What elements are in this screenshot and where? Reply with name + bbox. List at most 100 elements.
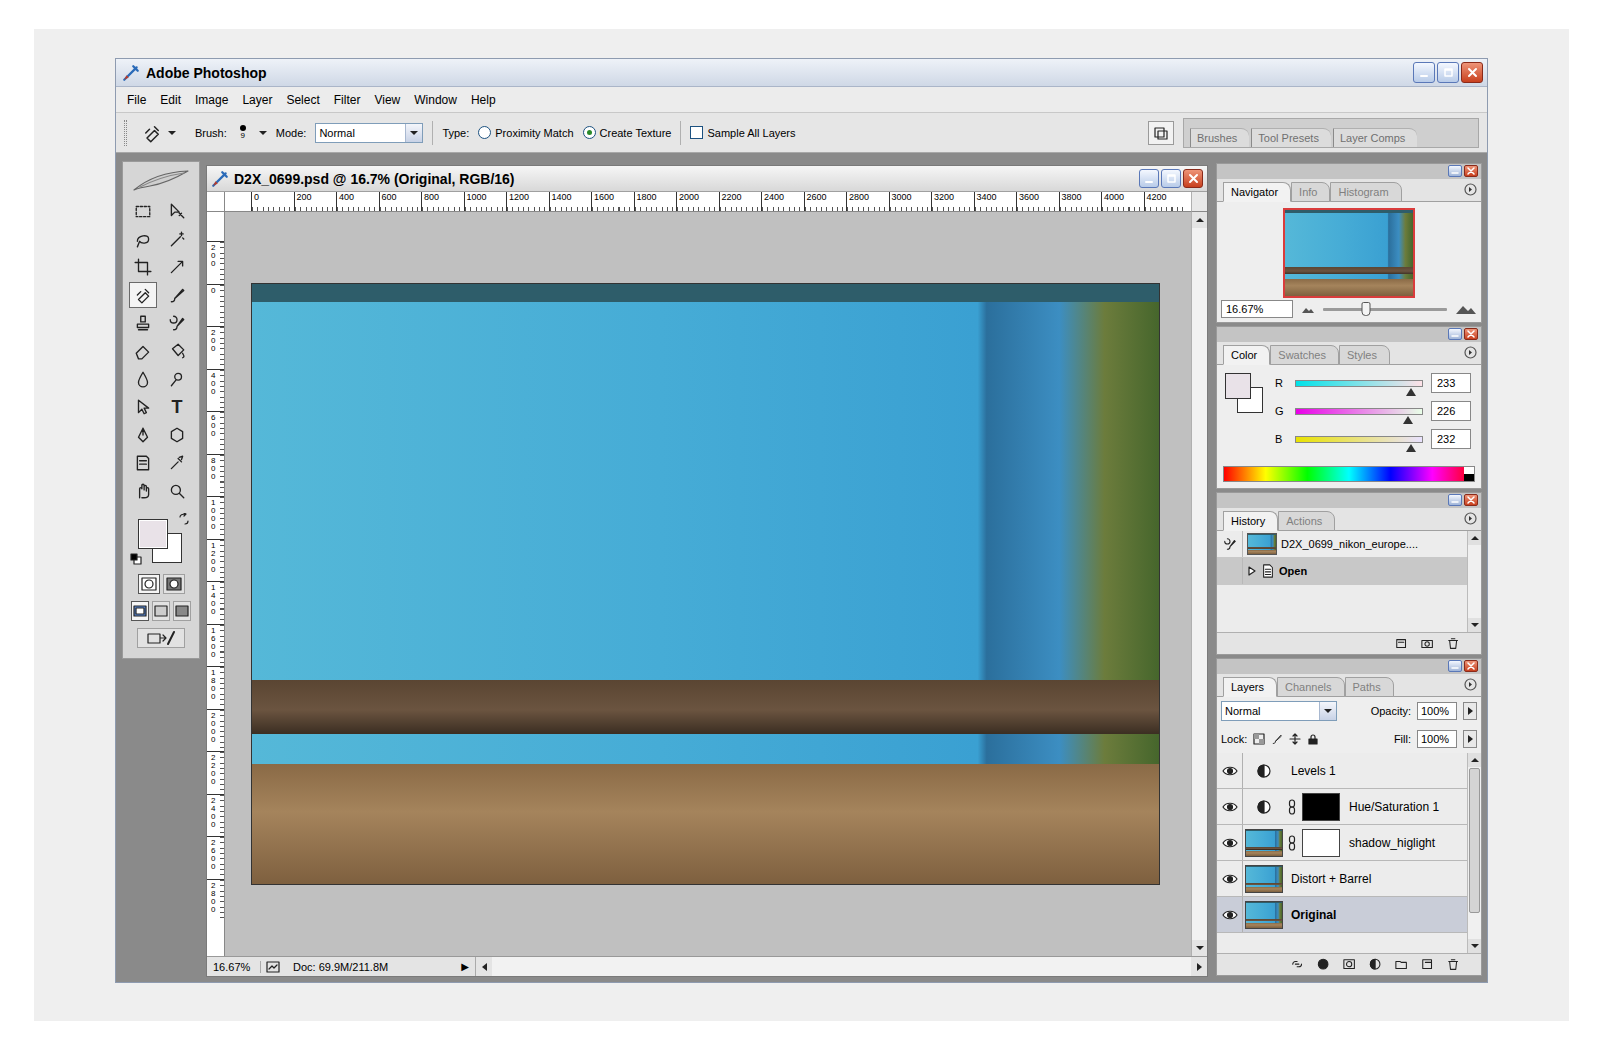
maximize-button[interactable] — [1437, 62, 1459, 83]
tool-button[interactable] — [163, 422, 191, 448]
visibility-toggle[interactable] — [1217, 789, 1243, 824]
menu-item[interactable]: Filter — [327, 90, 368, 110]
type-radio[interactable]: Proximity Match — [478, 126, 573, 139]
scroll-up-button[interactable] — [1192, 212, 1207, 228]
palette-well-tab[interactable]: Brushes — [1190, 128, 1249, 147]
scroll-track[interactable] — [1468, 545, 1481, 618]
zoom-in-icon[interactable] — [1455, 303, 1477, 315]
new-group-icon[interactable] — [1395, 958, 1409, 972]
status-menu-button[interactable]: ▶ — [455, 961, 475, 972]
palette-close-button[interactable] — [1464, 165, 1478, 177]
palette-close-button[interactable] — [1464, 328, 1478, 340]
palette-minimize-button[interactable] — [1448, 328, 1462, 340]
new-adjustment-layer-icon[interactable] — [1369, 958, 1383, 972]
menu-item[interactable]: Select — [279, 90, 326, 110]
add-mask-icon[interactable] — [1343, 958, 1357, 972]
scroll-left-button[interactable] — [476, 957, 492, 976]
layer-row[interactable]: Distort + Barrel — [1217, 861, 1467, 897]
tool-button[interactable] — [129, 282, 157, 308]
palette-close-button[interactable] — [1464, 494, 1478, 506]
lock-all-icon[interactable] — [1307, 733, 1319, 745]
channel-value-field[interactable]: 233 — [1431, 373, 1471, 393]
vertical-scrollbar[interactable] — [1191, 212, 1207, 956]
tool-button[interactable] — [129, 450, 157, 476]
tool-button[interactable] — [163, 450, 191, 476]
blend-mode-select[interactable]: Normal — [1221, 701, 1337, 721]
tool-button[interactable] — [129, 478, 157, 504]
trash-icon[interactable] — [1447, 958, 1461, 972]
tool-button[interactable] — [129, 338, 157, 364]
title-bar[interactable]: Adobe Photoshop — [116, 59, 1487, 87]
tool-button[interactable] — [163, 366, 191, 392]
tool-button[interactable] — [129, 254, 157, 280]
channel-slider[interactable] — [1295, 380, 1423, 387]
minimize-button[interactable] — [1413, 62, 1435, 83]
swap-colors-button[interactable] — [178, 513, 190, 527]
scroll-down-button[interactable] — [1192, 940, 1207, 956]
palette-tab[interactable]: Actions — [1278, 511, 1335, 531]
lock-pixels-icon[interactable] — [1271, 733, 1283, 745]
visibility-toggle[interactable] — [1217, 825, 1243, 860]
brush-picker[interactable]: 9 — [236, 125, 250, 141]
layer-style-icon[interactable] — [1317, 958, 1331, 972]
scroll-right-button[interactable] — [1191, 957, 1207, 976]
channel-value-field[interactable]: 226 — [1431, 401, 1471, 421]
tool-button[interactable] — [163, 282, 191, 308]
standard-mode-button[interactable] — [138, 574, 160, 594]
palette-tab[interactable]: Navigator — [1223, 182, 1291, 202]
channel-slider[interactable] — [1295, 436, 1423, 443]
history-item[interactable]: Open — [1217, 558, 1467, 585]
palette-well-button[interactable] — [1148, 121, 1174, 145]
menu-item[interactable]: Edit — [153, 90, 188, 110]
link-layers-icon[interactable] — [1291, 958, 1305, 972]
palette-minimize-button[interactable] — [1448, 660, 1462, 672]
channel-slider[interactable] — [1295, 408, 1423, 415]
maximize-button[interactable] — [1161, 169, 1181, 188]
tool-preset-picker[interactable] — [136, 121, 180, 145]
palette-menu-button[interactable] — [1464, 183, 1477, 198]
layer-row[interactable]: Levels 1 — [1217, 753, 1467, 789]
scrollbar[interactable] — [1467, 753, 1481, 953]
navigator-zoom-slider[interactable] — [1323, 308, 1447, 311]
history-source-cell[interactable] — [1217, 558, 1243, 584]
tool-button[interactable] — [163, 310, 191, 336]
visibility-toggle[interactable] — [1217, 753, 1243, 788]
quick-mask-button[interactable] — [163, 574, 185, 594]
ruler-origin[interactable] — [207, 192, 225, 212]
palette-tab[interactable]: Layers — [1223, 677, 1277, 697]
history-item[interactable]: D2X_0699_nikon_europe.... — [1217, 531, 1467, 558]
tool-button[interactable] — [129, 394, 157, 420]
slider-thumb[interactable] — [1403, 416, 1413, 424]
layer-row[interactable]: shadow_higlight — [1217, 825, 1467, 861]
horizontal-scrollbar[interactable] — [475, 957, 1207, 976]
scroll-down-button[interactable] — [1468, 618, 1481, 632]
new-document-from-state-icon[interactable] — [1395, 637, 1409, 651]
lock-transparency-icon[interactable] — [1253, 733, 1265, 745]
fill-field[interactable]: 100% — [1417, 730, 1457, 748]
zoom-level-field[interactable]: 16.67% — [207, 961, 261, 973]
type-radio[interactable]: Create Texture — [583, 126, 672, 139]
menu-item[interactable]: Window — [407, 90, 464, 110]
close-button[interactable] — [1183, 169, 1203, 188]
fill-slider-button[interactable] — [1463, 730, 1477, 748]
palette-menu-button[interactable] — [1464, 678, 1477, 693]
scroll-track[interactable] — [492, 957, 1191, 976]
channel-value-field[interactable]: 232 — [1431, 429, 1471, 449]
document-image[interactable] — [251, 283, 1160, 885]
palette-well-tab[interactable]: Layer Comps — [1333, 128, 1417, 147]
history-source-cell[interactable] — [1217, 531, 1243, 557]
foreground-color-swatch[interactable] — [1225, 373, 1251, 399]
visibility-toggle[interactable] — [1217, 897, 1243, 932]
trash-icon[interactable] — [1447, 637, 1461, 651]
screen-mode-button[interactable] — [131, 601, 149, 621]
palette-close-button[interactable] — [1464, 660, 1478, 672]
palette-menu-button[interactable] — [1464, 512, 1477, 527]
palette-tab[interactable]: History — [1223, 511, 1278, 531]
snapshot-icon[interactable] — [1421, 637, 1435, 651]
palette-minimize-button[interactable] — [1448, 494, 1462, 506]
scroll-thumb[interactable] — [1469, 768, 1480, 913]
brush-dropdown[interactable] — [259, 131, 267, 135]
menu-item[interactable]: View — [367, 90, 407, 110]
menu-item[interactable]: File — [120, 90, 153, 110]
tool-button[interactable] — [163, 198, 191, 224]
